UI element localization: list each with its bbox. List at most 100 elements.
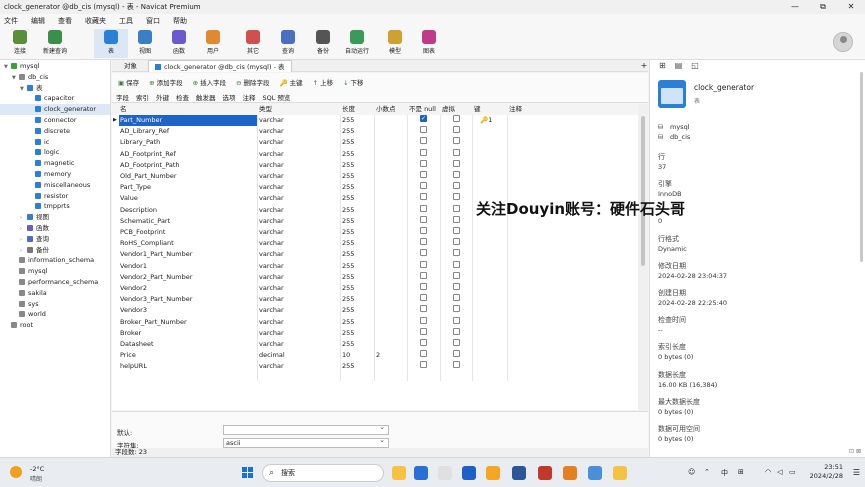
field-type-cell[interactable]: varchar [259, 160, 284, 171]
field-name-cell[interactable]: RoHS_Compliant [119, 238, 257, 249]
table-row[interactable]: ▶Part_Numbervarchar 255 🔑1 [112, 113, 638, 127]
menu-help[interactable]: 帮助 [169, 16, 196, 26]
designer-tab-6[interactable]: 注释 [243, 92, 256, 102]
tree-node[interactable]: › 函数 [0, 223, 110, 234]
action-button-4[interactable]: 🔑 主键 [280, 77, 303, 87]
not-null-checkbox[interactable] [420, 204, 427, 212]
field-length-cell[interactable]: 255 [342, 205, 354, 216]
virtual-checkbox[interactable] [453, 171, 460, 178]
field-type-cell[interactable]: varchar [259, 193, 284, 204]
table-row[interactable]: AD_Footprint_Ref varchar 255 [112, 148, 638, 160]
toolbar-button-2[interactable]: 表 [94, 29, 128, 58]
info-icon[interactable]: ⊞ [659, 60, 666, 72]
not-null-checkbox[interactable] [420, 182, 427, 190]
toolbar-button-11[interactable]: 图表 [412, 29, 446, 58]
toolbar-button-0[interactable]: 连接 [3, 29, 37, 58]
virtual-checkbox[interactable] [453, 238, 460, 246]
restore-button[interactable]: ⧉ [809, 0, 837, 14]
tree-node[interactable]: miscellaneous [0, 180, 110, 191]
field-length-cell[interactable]: 255 [342, 305, 354, 316]
virtual-checkbox[interactable] [453, 271, 460, 279]
not-null-checkbox[interactable] [420, 171, 427, 178]
action-button-5[interactable]: ↑ 上移 [313, 77, 333, 87]
tree-node[interactable]: mysql [0, 266, 110, 277]
designer-tab-4[interactable]: 触发器 [196, 92, 216, 102]
not-null-checkbox[interactable] [420, 249, 427, 257]
taskbar-clock[interactable]: 23:51 2024/2/28 [810, 463, 843, 481]
table-row[interactable]: Vendor1_Part_Number varchar 255 [112, 249, 638, 260]
virtual-checkbox[interactable] [453, 294, 460, 302]
virtual-checkbox[interactable] [453, 115, 460, 122]
table-row[interactable]: Broker_Part_Number varchar 255 [112, 316, 638, 328]
notification-icon[interactable]: ☰ [853, 468, 860, 477]
not-null-checkbox[interactable] [420, 126, 427, 134]
virtual-checkbox[interactable] [453, 305, 460, 313]
field-length-cell[interactable]: 255 [342, 160, 354, 171]
virtual-checkbox[interactable] [453, 182, 460, 190]
close-button[interactable]: ✕ [837, 0, 865, 14]
taskbar-app-icon[interactable] [588, 466, 602, 480]
field-length-cell[interactable]: 255 [342, 182, 354, 193]
tree-node[interactable]: sakila [0, 288, 110, 299]
virtual-checkbox[interactable] [453, 316, 460, 324]
field-name-cell[interactable]: Library_Path [119, 137, 257, 148]
grid-scrollbar[interactable] [638, 104, 648, 410]
field-length-cell[interactable]: 255 [342, 193, 354, 204]
volume-icon[interactable]: ◁ [777, 468, 782, 476]
field-decimals-cell[interactable]: 2 [376, 350, 380, 361]
designer-tab-7[interactable]: SQL 预览 [263, 92, 291, 102]
field-name-cell[interactable]: Vendor2 [119, 283, 257, 294]
not-null-checkbox[interactable] [420, 271, 427, 279]
field-name-cell[interactable]: Vendor3_Part_Number [119, 294, 257, 305]
not-null-checkbox[interactable] [420, 148, 427, 156]
field-length-cell[interactable]: 255 [342, 137, 354, 148]
table-row[interactable]: AD_Library_Ref varchar 255 [112, 126, 638, 137]
taskbar-app-icon[interactable] [563, 466, 577, 480]
field-name-cell[interactable]: Description [119, 205, 257, 216]
table-row[interactable]: Old_Part_Number varchar 255 [112, 171, 638, 182]
field-length-cell[interactable]: 255 [342, 261, 354, 272]
field-name-cell[interactable]: helpURL [119, 361, 257, 372]
field-type-cell[interactable]: varchar [259, 249, 284, 260]
user-avatar[interactable] [833, 32, 853, 52]
taskbar-app-icon[interactable] [512, 466, 526, 480]
virtual-checkbox[interactable] [453, 204, 460, 212]
wifi-icon[interactable]: ◠ [765, 468, 771, 476]
field-type-cell[interactable]: varchar [259, 272, 284, 283]
battery-icon[interactable]: ▭ [789, 468, 796, 476]
field-length-cell[interactable]: 255 [342, 149, 354, 160]
tree-node[interactable]: capacitor [0, 93, 110, 104]
field-name-cell[interactable]: Broker [119, 328, 257, 339]
toolbar-button-8[interactable]: 备份 [306, 29, 340, 58]
field-name-cell[interactable]: Schematic_Part [119, 216, 257, 227]
field-name-cell[interactable]: PCB_Footprint [119, 227, 257, 238]
field-type-cell[interactable]: varchar [259, 115, 284, 126]
virtual-checkbox[interactable] [453, 283, 460, 290]
not-null-checkbox[interactable] [420, 283, 427, 290]
virtual-checkbox[interactable] [453, 327, 460, 335]
table-row[interactable]: Vendor3 varchar 255 [112, 305, 638, 316]
field-type-cell[interactable]: varchar [259, 294, 284, 305]
action-button-2[interactable]: ⊕ 插入字段 [193, 77, 226, 87]
field-type-cell[interactable]: varchar [259, 238, 284, 249]
field-length-cell[interactable]: 255 [342, 294, 354, 305]
tree-node[interactable]: › 备份 [0, 245, 110, 256]
virtual-checkbox[interactable] [453, 126, 460, 134]
not-null-checkbox[interactable] [420, 316, 427, 324]
toolbar-button-5[interactable]: 用户 [196, 29, 230, 58]
tree-node[interactable]: discrete [0, 126, 110, 137]
field-type-cell[interactable]: varchar [259, 126, 284, 137]
taskbar-search[interactable]: 搜索 [262, 464, 384, 482]
tree-node[interactable]: ▼ 表 [0, 83, 110, 94]
toolbar-button-3[interactable]: 视图 [128, 29, 162, 58]
field-length-cell[interactable]: 255 [342, 283, 354, 294]
tree-node[interactable]: resistor [0, 191, 110, 202]
field-type-cell[interactable]: varchar [259, 361, 284, 372]
menu-tools[interactable]: 工具 [115, 16, 142, 26]
tree-node[interactable]: › 视图 [0, 212, 110, 223]
tree-node[interactable]: root [0, 320, 110, 331]
keyboard-icon[interactable]: ⊞ [738, 468, 744, 476]
not-null-checkbox[interactable] [420, 238, 427, 246]
table-row[interactable]: AD_Footprint_Path varchar 255 [112, 159, 638, 171]
menu-view[interactable]: 查看 [54, 16, 81, 26]
